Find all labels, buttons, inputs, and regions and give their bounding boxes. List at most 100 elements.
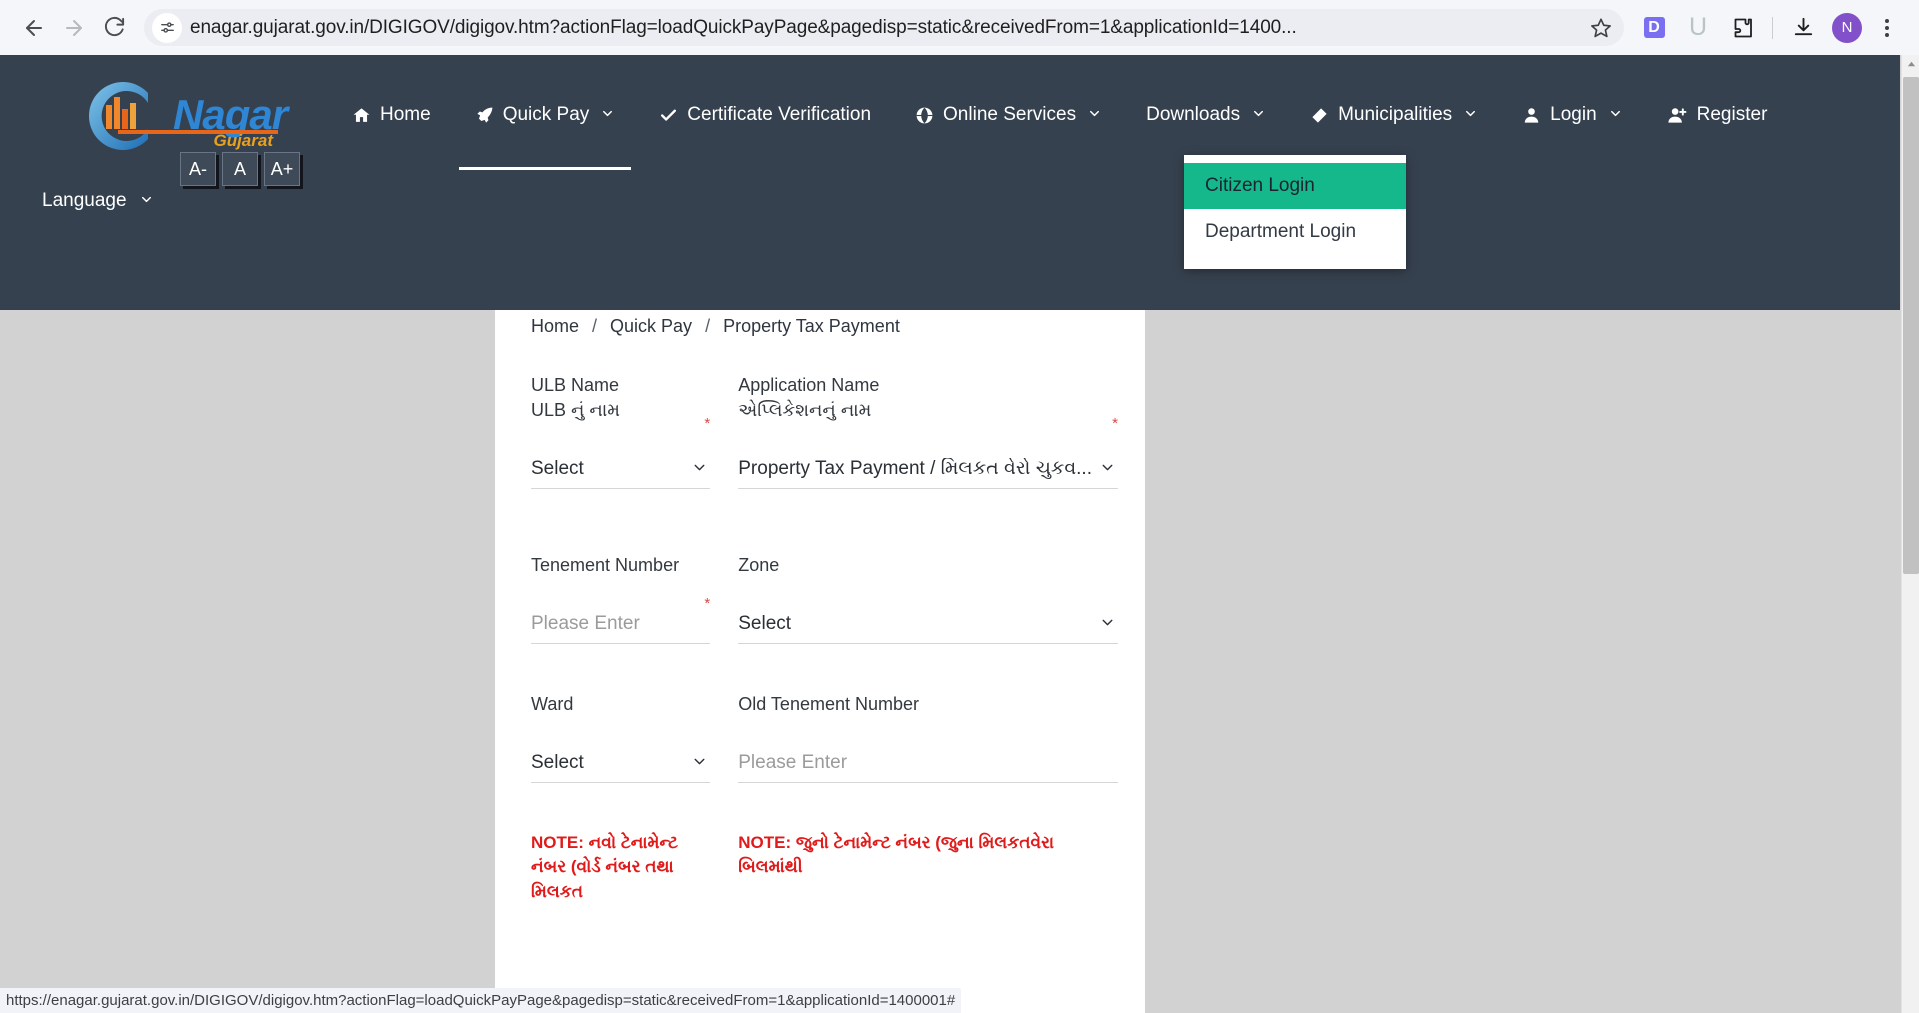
breadcrumb-item-home[interactable]: Home	[531, 316, 579, 337]
extension-d-icon[interactable]: D	[1632, 8, 1676, 48]
link-status-bar: https://enagar.gujarat.gov.in/DIGIGOV/di…	[0, 988, 962, 1013]
menu-item-citizen-login[interactable]: Citizen Login	[1184, 163, 1406, 209]
breadcrumb-item-quick-pay[interactable]: Quick Pay	[610, 316, 692, 337]
quick-pay-card: Property Tax Payment Home / Quick Pay / …	[495, 252, 1145, 1013]
note-old-tenement: NOTE: જુનો ટેનામેન્ટ નંબર (જુના મિલકતવેર…	[738, 832, 1055, 877]
browser-menu-icon[interactable]	[1869, 9, 1905, 47]
site-header: Nagar Gujarat Home Quick Pay Certificate…	[0, 55, 1900, 310]
ward-value: Select	[531, 752, 584, 774]
field-ward: Ward Select	[531, 692, 711, 783]
old-tenement-number-label: Old Tenement Number	[738, 693, 920, 714]
user-plus-icon	[1667, 106, 1688, 125]
application-name-label: Application Name એપ્લિકેશનનું નામ	[738, 373, 1118, 423]
diamond-icon	[1310, 106, 1329, 125]
chevron-down-icon	[1251, 106, 1266, 124]
zone-value: Select	[738, 613, 792, 635]
application-name-select[interactable]: Property Tax Payment / મિલકત વેરો ચુકવ..…	[738, 451, 1118, 489]
nav-item-certificate-verification[interactable]: Certificate Verification	[637, 88, 893, 142]
font-size-controls: A- A A+	[180, 152, 300, 186]
old-tenement-number-input[interactable]: Please Enter	[738, 745, 1118, 783]
zone-select[interactable]: Select	[738, 606, 1118, 644]
chevron-down-icon	[1463, 106, 1478, 124]
nav-label: Home	[380, 104, 431, 125]
menu-item-department-login[interactable]: Department Login	[1184, 209, 1406, 255]
quick-pay-form: ULB Name ULB નું નામ * Select Applicatio…	[495, 337, 1145, 905]
nav-item-online-services[interactable]: Online Services	[893, 88, 1124, 142]
font-decrease-button[interactable]: A-	[180, 152, 216, 186]
field-tenement-number: Tenement Number * Please Enter	[531, 553, 711, 644]
extensions-area: D U N	[1632, 8, 1905, 48]
language-selector[interactable]: Language	[42, 190, 154, 212]
logo-subtext: Gujarat	[213, 131, 273, 150]
application-name-value: Property Tax Payment / મિલકત વેરો ચુકવ..…	[738, 458, 1092, 480]
toolbar-divider	[1772, 16, 1773, 39]
chevron-down-icon	[1608, 106, 1623, 124]
main-nav: Home Quick Pay Certificate Verification	[330, 88, 1790, 170]
nav-item-home[interactable]: Home	[330, 88, 453, 142]
ulb-name-label-gujarati: ULB નું નામ	[531, 399, 620, 420]
nav-item-login[interactable]: Login	[1500, 88, 1645, 142]
ulb-name-value: Select	[531, 458, 584, 480]
back-button[interactable]	[14, 8, 54, 48]
rocket-icon	[475, 106, 494, 125]
tenement-number-label: Tenement Number	[531, 555, 680, 575]
home-icon	[352, 106, 371, 125]
ulb-name-required-marker: *	[704, 415, 711, 432]
check-icon	[659, 106, 678, 125]
reload-button[interactable]	[94, 8, 134, 48]
forward-button[interactable]	[54, 8, 94, 48]
site-settings-icon[interactable]	[152, 12, 182, 43]
profile-avatar[interactable]: N	[1825, 8, 1869, 48]
tenement-number-placeholder: Please Enter	[531, 613, 640, 635]
nav-label: Register	[1696, 104, 1768, 125]
nav-label: Quick Pay	[502, 104, 590, 125]
ulb-name-select[interactable]: Select	[531, 451, 711, 489]
url-text[interactable]: enagar.gujarat.gov.in/DIGIGOV/digigov.ht…	[190, 17, 1584, 39]
breadcrumb-item-current: Property Tax Payment	[723, 316, 900, 336]
nav-label: Certificate Verification	[687, 104, 872, 125]
font-increase-button[interactable]: A+	[264, 152, 300, 186]
nav-label: Login	[1550, 104, 1597, 125]
field-application-name: Application Name એપ્લિકેશનનું નામ * Prop…	[738, 373, 1118, 505]
application-name-required-marker: *	[1112, 415, 1118, 432]
nav-label: Downloads	[1146, 104, 1241, 125]
chevron-down-icon	[1099, 614, 1116, 636]
old-tenement-number-placeholder: Please Enter	[738, 752, 848, 774]
scroll-up-arrow-icon[interactable]	[1902, 55, 1919, 73]
tenement-number-input[interactable]: Please Enter	[531, 606, 711, 644]
enagar-logo[interactable]: Nagar Gujarat	[70, 73, 288, 158]
downloads-icon[interactable]	[1781, 8, 1825, 48]
note-new-tenement: NOTE: નવો ટેનામેન્ટ નંબર (વોર્ડ નંબર તથા…	[531, 832, 678, 901]
nav-item-register[interactable]: Register	[1645, 88, 1790, 142]
browser-toolbar: enagar.gujarat.gov.in/DIGIGOV/digigov.ht…	[0, 0, 1919, 55]
nav-item-municipalities[interactable]: Municipalities	[1288, 88, 1500, 142]
ulb-name-label: ULB Name ULB નું નામ	[531, 373, 710, 423]
extension-u-icon[interactable]: U	[1676, 8, 1720, 48]
chevron-down-icon	[691, 459, 708, 481]
login-dropdown-menu: Citizen Login Department Login	[1184, 155, 1406, 269]
chevron-down-icon	[600, 106, 615, 124]
page-scrollbar[interactable]	[1901, 55, 1919, 1013]
chevron-down-icon	[1099, 459, 1116, 481]
bookmark-star-icon[interactable]	[1584, 11, 1618, 45]
font-default-button[interactable]: A	[222, 152, 258, 186]
logo-e-mark	[88, 82, 148, 150]
nav-item-downloads[interactable]: Downloads	[1124, 88, 1288, 142]
status-url-text: https://enagar.gujarat.gov.in/DIGIGOV/di…	[6, 992, 956, 1009]
language-label: Language	[42, 190, 127, 211]
field-old-tenement-number: Old Tenement Number Please Enter	[738, 692, 1118, 783]
chevron-down-icon	[691, 753, 708, 775]
chevron-down-icon	[139, 192, 154, 211]
field-zone: Zone Select	[738, 553, 1118, 644]
nav-label: Municipalities	[1338, 104, 1453, 125]
ward-select[interactable]: Select	[531, 745, 711, 783]
extensions-puzzle-icon[interactable]	[1720, 8, 1764, 48]
application-name-label-gujarati: એપ્લિકેશનનું નામ	[738, 399, 872, 420]
address-bar[interactable]: enagar.gujarat.gov.in/DIGIGOV/digigov.ht…	[144, 9, 1624, 46]
globe-icon	[915, 106, 934, 125]
field-ulb-name: ULB Name ULB નું નામ * Select	[531, 373, 711, 505]
nav-item-quick-pay[interactable]: Quick Pay	[453, 88, 638, 170]
user-icon	[1522, 106, 1541, 125]
scrollbar-thumb[interactable]	[1903, 77, 1919, 574]
zone-label: Zone	[738, 555, 780, 575]
